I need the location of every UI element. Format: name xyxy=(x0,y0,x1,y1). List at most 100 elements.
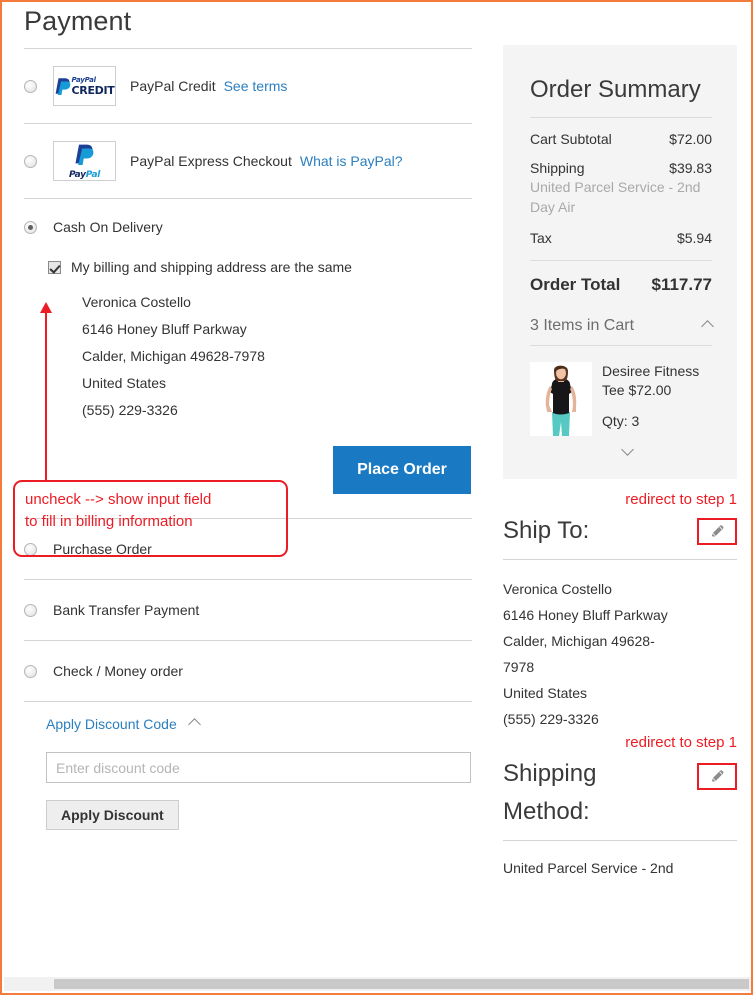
billing-address-line: Calder, Michigan 49628-7978 xyxy=(82,348,265,364)
cart-item-price: $72.00 xyxy=(628,382,672,398)
billing-address-line: United States xyxy=(82,375,167,391)
chevron-up-icon xyxy=(701,319,714,333)
order-summary-card: Order Summary Cart Subtotal $72.00 Shipp… xyxy=(503,45,737,479)
order-total-value: $117.77 xyxy=(651,275,712,294)
ship-to-address: Veronica Costello 6146 Honey Bluff Parkw… xyxy=(503,576,737,732)
items-in-cart-label: 3 Items in Cart xyxy=(530,317,635,334)
billing-address-line: 6146 Honey Bluff Parkway xyxy=(82,321,247,337)
order-total-row: Order Total $117.77 xyxy=(530,275,712,295)
radio-cash-on-delivery[interactable] xyxy=(24,220,37,234)
shipping-method-value-line: United Parcel Service - 2nd xyxy=(503,860,674,876)
summary-total-divider xyxy=(530,260,712,261)
paypal-credit-logo: PayPal CREDIT xyxy=(53,66,116,106)
payment-section: Payment PayPal CREDIT PayPal Credit See xyxy=(24,2,472,830)
product-thumbnail xyxy=(530,362,592,436)
ship-to-address-line: Veronica Costello xyxy=(503,581,612,597)
edit-ship-to-button[interactable] xyxy=(697,517,737,545)
order-sidebar: Order Summary Cart Subtotal $72.00 Shipp… xyxy=(503,2,737,881)
annotation-uncheck-note-line1: uncheck --> show input field xyxy=(25,491,212,508)
paypal-credit-logo-top-text: PayPal xyxy=(71,75,97,84)
edit-shipping-method-button[interactable] xyxy=(697,763,737,790)
apply-discount-button[interactable]: Apply Discount xyxy=(46,800,179,830)
shipping-method-divider xyxy=(503,840,737,841)
billing-address-block: Veronica Costello 6146 Honey Bluff Parkw… xyxy=(82,289,472,424)
summary-value: $72.00 xyxy=(669,131,712,147)
billing-same-as-shipping-row[interactable]: My billing and shipping address are the … xyxy=(48,259,472,275)
horizontal-scrollbar-thumb[interactable] xyxy=(54,979,749,989)
paypal-credit-logo-bottom-text: CREDIT xyxy=(71,83,115,97)
paypal-wordmark: PayPal xyxy=(68,169,101,180)
payment-option-paypal-credit[interactable]: PayPal CREDIT PayPal Credit See terms xyxy=(24,49,472,124)
product-image-desiree-fitness-tee xyxy=(530,362,592,436)
see-terms-link[interactable]: See terms xyxy=(224,78,288,94)
apply-discount-code-label: Apply Discount Code xyxy=(46,716,177,732)
summary-shipping-description: United Parcel Service - 2nd Day Air xyxy=(530,179,701,215)
annotation-redirect-ship-to: redirect to step 1 xyxy=(625,491,737,508)
pencil-icon xyxy=(711,770,723,782)
ship-to-section: redirect to step 1 Ship To: Veronica Cos… xyxy=(503,491,737,732)
summary-row-tax: Tax $5.94 xyxy=(530,230,712,246)
radio-check-money-order[interactable] xyxy=(24,664,37,678)
horizontal-scrollbar[interactable] xyxy=(4,977,751,991)
chevron-up-icon xyxy=(187,717,201,731)
paypal-logo: PayPal xyxy=(53,141,116,181)
shipping-method-value: United Parcel Service - 2nd xyxy=(503,855,737,881)
shipping-method-section: redirect to step 1 Shipping Method: Unite… xyxy=(503,734,737,881)
paypal-p-mark-icon xyxy=(75,144,94,165)
payment-label-bank-transfer: Bank Transfer Payment xyxy=(53,602,200,618)
payment-option-bank-transfer[interactable]: Bank Transfer Payment xyxy=(24,580,472,641)
annotation-uncheck-note: uncheck --> show input field to fill in … xyxy=(13,480,288,557)
annotation-uncheck-note-line2: to fill in billing information xyxy=(25,513,193,530)
ship-to-address-line: United States xyxy=(503,685,588,701)
browser-viewport-frame: Payment PayPal CREDIT PayPal Credit See xyxy=(0,0,753,995)
summary-row-shipping: Shipping $39.83 xyxy=(530,160,712,176)
paypal-wordmark-pay: Pay xyxy=(68,169,86,180)
annotation-arrow-to-checkbox xyxy=(40,302,52,482)
cart-item-details-toggle[interactable] xyxy=(530,443,712,457)
payment-option-paypal-express[interactable]: PayPal PayPal Express Checkout What is P… xyxy=(24,124,472,199)
billing-same-as-shipping-checkbox[interactable] xyxy=(48,261,61,274)
billing-same-as-shipping-label: My billing and shipping address are the … xyxy=(71,259,352,275)
apply-discount-code-toggle[interactable]: Apply Discount Code xyxy=(46,716,201,732)
summary-label: Tax xyxy=(530,230,552,246)
ship-to-address-line: 6146 Honey Bluff Parkway xyxy=(503,607,668,623)
payment-label-paypal-express: PayPal Express Checkout xyxy=(130,153,292,169)
discount-section: Apply Discount Code Apply Discount xyxy=(24,702,472,830)
cart-item-name-and-price: Desiree Fitness Tee $72.00 xyxy=(602,363,699,398)
what-is-paypal-link[interactable]: What is PayPal? xyxy=(300,153,403,169)
billing-address-line: (555) 229-3326 xyxy=(82,402,178,418)
order-total-label: Order Total xyxy=(530,275,621,294)
radio-bank-transfer[interactable] xyxy=(24,603,37,617)
radio-paypal-express[interactable] xyxy=(24,154,37,168)
ship-to-address-line: (555) 229-3326 xyxy=(503,711,599,727)
annotation-redirect-shipping-method: redirect to step 1 xyxy=(625,734,737,751)
page-title: Payment xyxy=(24,6,132,36)
shipping-method-title: Shipping Method: xyxy=(503,755,596,831)
items-in-cart-toggle[interactable]: 3 Items in Cart xyxy=(530,317,714,335)
shipping-method-title-line1: Shipping xyxy=(503,760,597,787)
ship-to-address-line: Calder, Michigan 49628- xyxy=(503,633,655,649)
summary-row-cart-subtotal: Cart Subtotal $72.00 xyxy=(530,131,712,147)
ship-to-divider xyxy=(503,559,737,560)
order-summary-title: Order Summary xyxy=(530,76,701,103)
payment-option-check-money-order[interactable]: Check / Money order xyxy=(24,641,472,702)
payment-option-cash-on-delivery[interactable]: Cash On Delivery My billing and shipping… xyxy=(24,199,472,519)
cart-item-qty: Qty: 3 xyxy=(602,413,640,429)
radio-paypal-credit[interactable] xyxy=(24,79,37,93)
paypal-wordmark-pal: Pal xyxy=(85,169,101,180)
paypal-p-mark-icon xyxy=(55,78,70,95)
ship-to-title: Ship To: xyxy=(503,517,590,544)
payment-label-cash-on-delivery: Cash On Delivery xyxy=(53,219,163,235)
chevron-down-icon xyxy=(621,443,634,456)
payment-label-paypal-credit: PayPal Credit xyxy=(130,78,216,94)
summary-label: Shipping xyxy=(530,160,585,176)
payment-label-check-money-order: Check / Money order xyxy=(53,663,183,679)
discount-code-input[interactable] xyxy=(46,752,471,783)
cart-item: Desiree Fitness Tee $72.00 Qty: 3 xyxy=(530,362,712,436)
page-scroll-area: Payment PayPal CREDIT PayPal Credit See xyxy=(2,2,751,979)
summary-value: $5.94 xyxy=(676,230,712,246)
place-order-button[interactable]: Place Order xyxy=(333,446,471,494)
pencil-icon xyxy=(711,524,723,537)
ship-to-address-line: 7978 xyxy=(503,659,535,675)
shipping-method-title-line2: Method: xyxy=(503,798,590,825)
